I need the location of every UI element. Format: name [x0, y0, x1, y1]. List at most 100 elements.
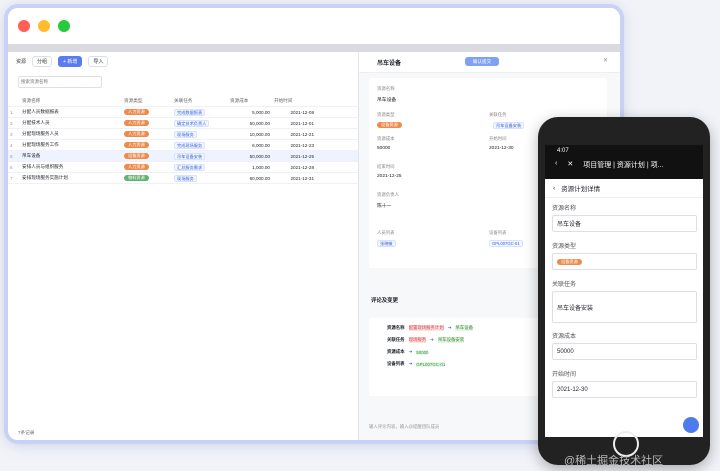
comment-input[interactable]: 输入评论内容，输入@提醒团队成员	[369, 424, 439, 430]
back-icon[interactable]: ‹	[555, 160, 557, 170]
field-label: 设备列表	[489, 230, 507, 235]
mobile-title: 项目管理 | 资源计划 | 项...	[583, 162, 664, 169]
table-row[interactable]: 3 分配现场服务人员 人力资源 现场服务 10,000.00 2021-12-21	[8, 129, 358, 140]
row-date: 2021-12-01	[290, 120, 315, 126]
row-cost: 50,000.00	[249, 120, 270, 126]
col-header[interactable]: 资源类型	[122, 98, 172, 104]
table-row[interactable]: 6 安排人员与组织服务 人力资源 汇总服务需求 1,000.00 2021-12-28	[8, 162, 358, 173]
row-type[interactable]: 人力资源	[122, 109, 172, 115]
row-type[interactable]: 物料资源	[122, 175, 172, 181]
col-header[interactable]: 资源名称	[20, 98, 122, 104]
row-task[interactable]: 汇总服务需求	[172, 163, 228, 171]
row-date: 2021-12-25	[290, 153, 315, 159]
change-item: 资源名称 配置现场服务计划 ➜ 吊车设备	[387, 325, 473, 331]
field-label: 资源类型	[377, 112, 395, 117]
m-cost-input[interactable]: 50000	[552, 343, 697, 360]
import-button[interactable]: 导入	[88, 55, 109, 67]
m-task-input[interactable]: 吊车设备安装	[552, 291, 697, 323]
row-cost: 6,000.00	[252, 142, 270, 148]
row-date: 2021-12-28	[290, 164, 315, 170]
row-index: 2	[10, 120, 13, 126]
row-type[interactable]: 人力资源	[122, 131, 172, 137]
zoom-dot-icon[interactable]	[58, 20, 70, 32]
row-name[interactable]: 安排现场服务实施计划	[20, 175, 122, 181]
row-task[interactable]: 确定技术负责人	[172, 119, 228, 127]
row-date: 2021-12-21	[290, 131, 315, 137]
row-name[interactable]: 分配现场服务工作	[20, 142, 122, 148]
m-type-tag[interactable]: 设备资源	[557, 258, 582, 265]
row-name[interactable]: 分配人员数据报表	[20, 109, 122, 115]
col-header[interactable]: 开始时间	[272, 98, 316, 104]
field-label: 关联任务	[489, 112, 507, 117]
submit-button[interactable]: 确认提交	[465, 57, 499, 66]
row-name[interactable]: 分配技术人员	[20, 120, 122, 126]
minimize-dot-icon[interactable]	[38, 20, 50, 32]
row-cost: 1,000.00	[252, 164, 270, 170]
comment-fab-icon[interactable]	[683, 417, 699, 433]
row-cost: 5,000.00	[252, 109, 270, 115]
table-row[interactable]: 7 安排现场服务实施计划 物料资源 现场服务 60,000.00 2021-12-31	[8, 173, 358, 184]
row-task[interactable]: 现场服务	[172, 174, 228, 182]
m-start-input[interactable]: 2021-12-30	[552, 381, 697, 398]
close-dot-icon[interactable]	[18, 20, 30, 32]
search-input[interactable]	[18, 75, 102, 88]
resource-table: 资源名称 资源类型 关联任务 资源成本 开始时间 1 分配人员数据报表 人力资源 完成…	[8, 96, 358, 184]
row-task[interactable]: 完成现场服务	[172, 141, 228, 149]
row-cost: 10,000.00	[249, 131, 270, 137]
field-label: 结束时间	[377, 164, 395, 169]
col-header[interactable]: 关联任务	[172, 98, 228, 104]
resource-table-panel: 资源 分组 + 新增 导入 资源名称 资源类型 关联任务 资源成本 开始时间 1…	[8, 52, 359, 440]
desktop-window: 资源 分组 + 新增 导入 资源名称 资源类型 关联任务 资源成本 开始时间 1…	[4, 4, 624, 444]
row-task[interactable]: 吊车设备安装	[172, 152, 228, 160]
row-name[interactable]: 安排人员与组织服务	[20, 164, 122, 170]
col-header[interactable]: 资源成本	[228, 98, 272, 104]
field-equip[interactable]: GPL007GC-01	[489, 240, 523, 247]
change-item: 关联任务 现场服务 ➜ 吊车设备安装	[387, 337, 465, 343]
field-start[interactable]: 2021-12-30	[489, 146, 514, 151]
comments-title: 评论及变更	[371, 298, 398, 304]
add-button[interactable]: + 新增	[58, 55, 83, 67]
mobile-device: 4:07 ‹ ✕ 项目管理 | 资源计划 | 项... ‹ 资源计划详情 资源名…	[538, 117, 710, 465]
table-toolbar: 资源 分组 + 新增 导入	[8, 52, 358, 70]
field-label: 资源负责人	[377, 192, 399, 197]
row-task[interactable]: 完成数据报表	[172, 108, 228, 116]
row-name[interactable]: 分配现场服务人员	[20, 131, 122, 137]
table-row[interactable]: 1 分配人员数据报表 人力资源 完成数据报表 5,000.00 2021-12-08	[8, 107, 358, 118]
close-icon[interactable]: ✕	[603, 57, 608, 64]
row-date: 2021-12-31	[290, 175, 315, 181]
table-row[interactable]: 4 分配现场服务工作 人力资源 完成现场服务 6,000.00 2021-12-23	[8, 140, 358, 151]
watermark: @稀土掘金技术社区	[564, 455, 664, 467]
field-label: 资源名称	[377, 86, 395, 91]
row-date: 2021-12-23	[290, 142, 315, 148]
mobile-subtitle: 资源计划详情	[561, 186, 601, 193]
row-name[interactable]: 吊车设备	[20, 153, 122, 159]
field-end[interactable]: 2021-12-25	[377, 174, 402, 179]
field-cost[interactable]: 50000	[377, 146, 390, 151]
field-type[interactable]: 设备资源	[377, 122, 402, 128]
m-type: 资源类型 设备资源	[552, 241, 697, 270]
row-index: 1	[10, 109, 13, 115]
field-people[interactable]: 张晓敏	[377, 240, 396, 247]
close-icon[interactable]: ✕	[567, 160, 573, 170]
field-owner[interactable]: 陈十一	[377, 202, 391, 209]
row-type[interactable]: 设备资源	[122, 153, 172, 159]
row-task[interactable]: 现场服务	[172, 130, 228, 138]
field-name[interactable]: 吊车设备	[377, 96, 396, 103]
m-name-input[interactable]: 吊车设备	[552, 215, 697, 232]
group-button[interactable]: 分组	[32, 55, 53, 67]
m-start: 开始时间 2021-12-30	[552, 369, 697, 398]
table-row[interactable]: 5 吊车设备 设备资源 吊车设备安装 50,000.00 2021-12-25	[8, 151, 358, 162]
back-chevron-icon[interactable]: ‹	[553, 185, 555, 192]
row-index: 3	[10, 131, 13, 137]
field-task[interactable]: 吊车设备安装	[493, 122, 525, 129]
row-index: 6	[10, 164, 13, 170]
row-type[interactable]: 人力资源	[122, 120, 172, 126]
field-label: 人员列表	[377, 230, 395, 235]
row-type[interactable]: 人力资源	[122, 164, 172, 170]
row-index: 7	[10, 175, 13, 181]
table-row[interactable]: 2 分配技术人员 人力资源 确定技术负责人 50,000.00 2021-12-01	[8, 118, 358, 129]
toolbar-title: 资源	[16, 58, 27, 65]
row-type[interactable]: 人力资源	[122, 142, 172, 148]
window-titlebar	[8, 8, 620, 44]
detail-title: 吊车设备	[377, 61, 402, 67]
